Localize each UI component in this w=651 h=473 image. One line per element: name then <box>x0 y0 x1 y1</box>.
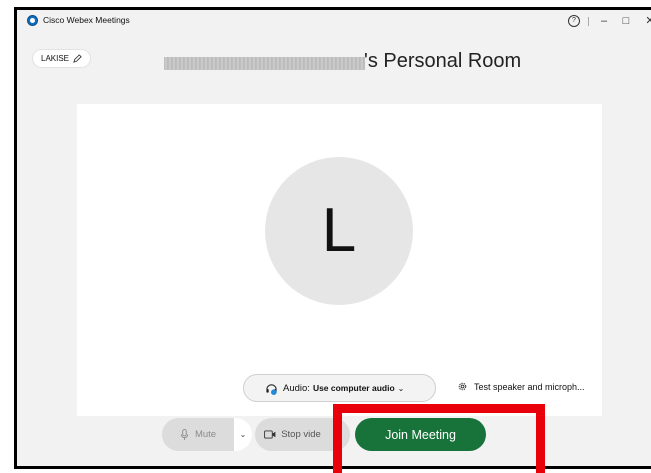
join-meeting-button[interactable]: Join Meeting <box>355 418 486 451</box>
camera-icon <box>264 430 276 439</box>
app-logo-icon <box>27 15 38 26</box>
page-title: 's Personal Room <box>364 50 522 72</box>
titlebar-divider <box>588 17 589 26</box>
microphone-icon <box>180 428 189 440</box>
webex-window: Cisco Webex Meetings ? – □ ✕ LAKISE 's P… <box>14 7 651 469</box>
user-name-chip[interactable]: LAKISE <box>33 50 91 67</box>
headset-icon <box>266 383 277 395</box>
avatar: L <box>265 157 413 305</box>
close-icon[interactable]: ✕ <box>641 13 651 29</box>
chevron-down-icon: ⌄ <box>397 383 405 393</box>
test-speaker-link[interactable]: Test speaker and microph... <box>457 381 585 392</box>
audio-connection-dropdown[interactable]: Audio: Use computer audio ⌄ <box>243 374 436 402</box>
mute-button[interactable]: Mute <box>162 418 234 451</box>
redacted-host-name <box>164 57 365 70</box>
stop-video-label: Stop vide <box>281 429 321 440</box>
help-icon[interactable]: ? <box>568 15 580 27</box>
gear-icon <box>458 382 467 391</box>
maximize-icon[interactable]: □ <box>617 13 635 29</box>
audio-selected-value: Use computer audio <box>312 383 395 393</box>
audio-label: Audio: <box>283 382 310 394</box>
stop-video-button[interactable]: Stop vide <box>255 418 330 451</box>
window-title: Cisco Webex Meetings <box>43 15 130 25</box>
title-bar: Cisco Webex Meetings ? – □ ✕ <box>17 10 651 32</box>
pencil-icon <box>73 54 82 63</box>
video-preview-panel: L Audio: Use computer audio ⌄ Test speak… <box>77 104 602 416</box>
minimize-icon[interactable]: – <box>595 13 613 29</box>
mute-label: Mute <box>194 429 217 440</box>
user-name: LAKISE <box>41 54 70 63</box>
test-speaker-label: Test speaker and microph... <box>474 381 585 392</box>
